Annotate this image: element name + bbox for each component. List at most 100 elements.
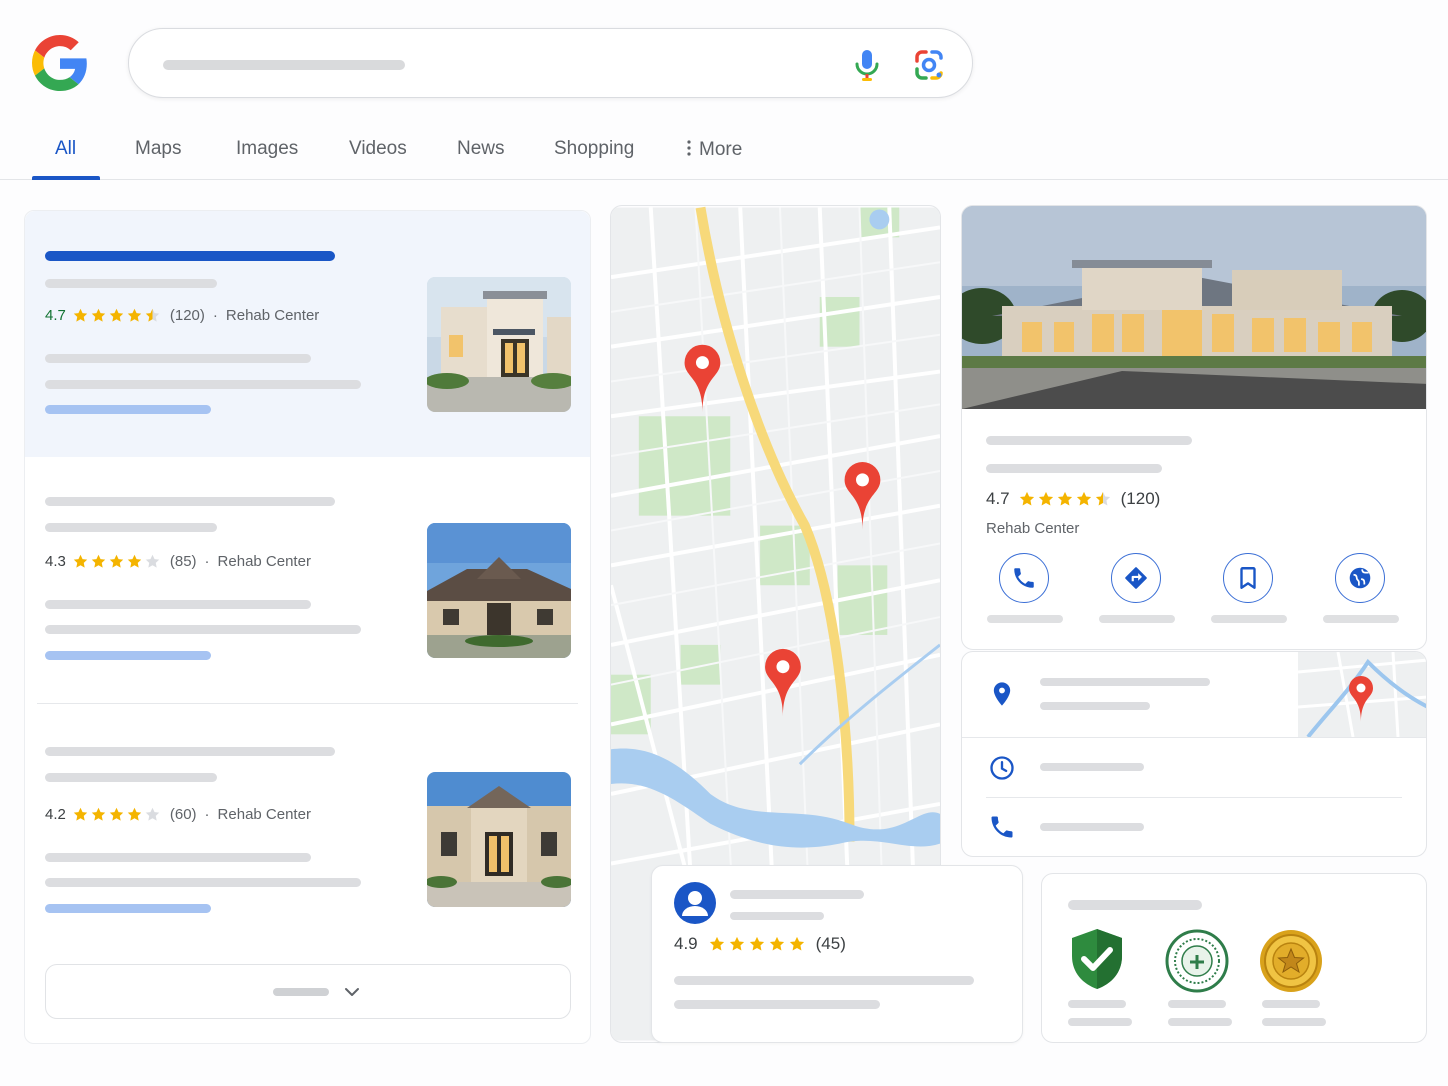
star-icon <box>749 936 764 951</box>
review-count: (60) <box>169 806 197 823</box>
action-label <box>1099 615 1175 623</box>
address-line[interactable] <box>1040 678 1210 686</box>
badge-label <box>1262 1000 1320 1008</box>
badge-label <box>1068 1018 1132 1026</box>
star-icon <box>127 554 142 568</box>
star-icon <box>109 807 124 821</box>
search-results-page: All Maps Images Videos News Shopping Mor… <box>0 0 1448 1086</box>
result-rating-line: 4.7 (120) · Rehab Center <box>45 307 319 324</box>
rehab-center-thumbnail[interactable] <box>427 523 571 658</box>
info-divider <box>986 797 1402 798</box>
shield-check-icon <box>1072 929 1122 989</box>
call-button[interactable] <box>999 553 1049 603</box>
result-link[interactable] <box>45 651 211 660</box>
result-item[interactable]: 4.3 (85) · Rehab Center <box>25 457 590 703</box>
kp-category: Rehab Center <box>986 520 1080 537</box>
rating-value: 4.7 <box>986 489 1010 508</box>
result-rating-line: 4.3 (85) · Rehab Center <box>45 553 311 570</box>
tab-all[interactable]: All <box>55 138 76 160</box>
review-rating-line: 4.9 (45) <box>674 934 846 954</box>
tab-videos[interactable]: Videos <box>349 138 407 160</box>
action-label <box>1323 615 1399 623</box>
phone-line[interactable] <box>1040 823 1144 831</box>
badge-label <box>1068 1000 1126 1008</box>
microphone-icon[interactable] <box>847 45 887 85</box>
search-query-placeholder[interactable] <box>163 60 405 70</box>
result-item[interactable]: 4.7 (120) · Rehab Center <box>25 211 590 457</box>
category: Rehab Center <box>225 307 320 324</box>
save-button[interactable] <box>1223 553 1273 603</box>
phone-icon <box>991 816 1013 838</box>
rating-value: 4.3 <box>45 553 66 570</box>
tab-shopping[interactable]: Shopping <box>554 138 634 160</box>
results-divider <box>37 703 578 704</box>
tab-maps[interactable]: Maps <box>135 138 181 160</box>
tab-images[interactable]: Images <box>236 138 298 160</box>
review-count[interactable]: (120) <box>1121 489 1161 509</box>
chevron-down-icon <box>345 988 359 996</box>
website-button[interactable] <box>1335 553 1385 603</box>
result-snippet-line <box>45 878 361 887</box>
result-snippet-line <box>45 853 311 862</box>
user-avatar-icon <box>674 882 716 924</box>
star-icon <box>769 936 784 951</box>
star-icon <box>1019 491 1034 506</box>
results-list: 4.7 (120) · Rehab Center 4.3 (85) · Reha… <box>24 210 591 1044</box>
kp-title <box>986 436 1192 445</box>
tab-more[interactable]: More <box>684 138 742 161</box>
star-icon <box>729 936 744 951</box>
review-meta <box>730 912 824 920</box>
result-url <box>45 773 217 782</box>
google-g-icon[interactable] <box>32 34 88 92</box>
result-snippet-line <box>45 380 361 389</box>
star-rating <box>1018 490 1113 508</box>
star-icon <box>1076 491 1091 506</box>
star-rating <box>708 935 808 953</box>
knowledge-panel: 4.7 (120) Rehab Center <box>961 205 1427 650</box>
result-item[interactable]: 4.2 (60) · Rehab Center <box>25 705 590 955</box>
search-box[interactable] <box>128 28 973 98</box>
kp-rating-line: 4.7 (120) <box>986 489 1160 509</box>
result-title[interactable] <box>45 747 335 756</box>
address-line <box>1040 702 1150 710</box>
review-card[interactable]: 4.9 (45) <box>651 865 1023 1043</box>
star-icon <box>73 308 88 322</box>
result-link[interactable] <box>45 904 211 913</box>
google-lens-icon[interactable] <box>909 45 949 85</box>
directions-button[interactable] <box>1111 553 1161 603</box>
action-label <box>1211 615 1287 623</box>
rehab-center-thumbnail[interactable] <box>427 772 571 907</box>
more-results-label <box>273 988 329 996</box>
star-icon <box>91 308 106 322</box>
more-results-button[interactable] <box>45 964 571 1019</box>
certifications-title <box>1068 900 1202 910</box>
star-icon <box>127 807 142 821</box>
star-icon <box>91 554 106 568</box>
rating-value: 4.2 <box>45 806 66 823</box>
tab-news[interactable]: News <box>457 138 505 160</box>
hours-line[interactable] <box>1040 763 1144 771</box>
star-icon <box>145 554 160 568</box>
certifications-card <box>1041 873 1427 1043</box>
separator-dot: · <box>204 553 210 570</box>
result-link[interactable] <box>45 405 211 414</box>
star-icon <box>1038 491 1053 506</box>
tab-more-label: More <box>699 139 743 160</box>
rehab-center-photo[interactable] <box>962 206 1427 409</box>
star-icon <box>73 554 88 568</box>
phone-icon <box>1014 568 1034 588</box>
vertical-dots-icon <box>687 140 691 156</box>
rehab-center-thumbnail[interactable] <box>427 277 571 412</box>
rating-value: 4.7 <box>45 307 66 324</box>
result-title[interactable] <box>45 251 335 261</box>
location-mini-map[interactable] <box>1298 652 1427 737</box>
result-rating-line: 4.2 (60) · Rehab Center <box>45 806 311 823</box>
result-title[interactable] <box>45 497 335 506</box>
kp-subtitle <box>986 464 1162 473</box>
star-rating <box>72 806 162 823</box>
star-icon <box>1057 491 1072 506</box>
star-icon <box>1095 491 1110 506</box>
star-icon <box>789 936 804 951</box>
star-icon <box>91 807 106 821</box>
star-icon <box>127 308 142 322</box>
